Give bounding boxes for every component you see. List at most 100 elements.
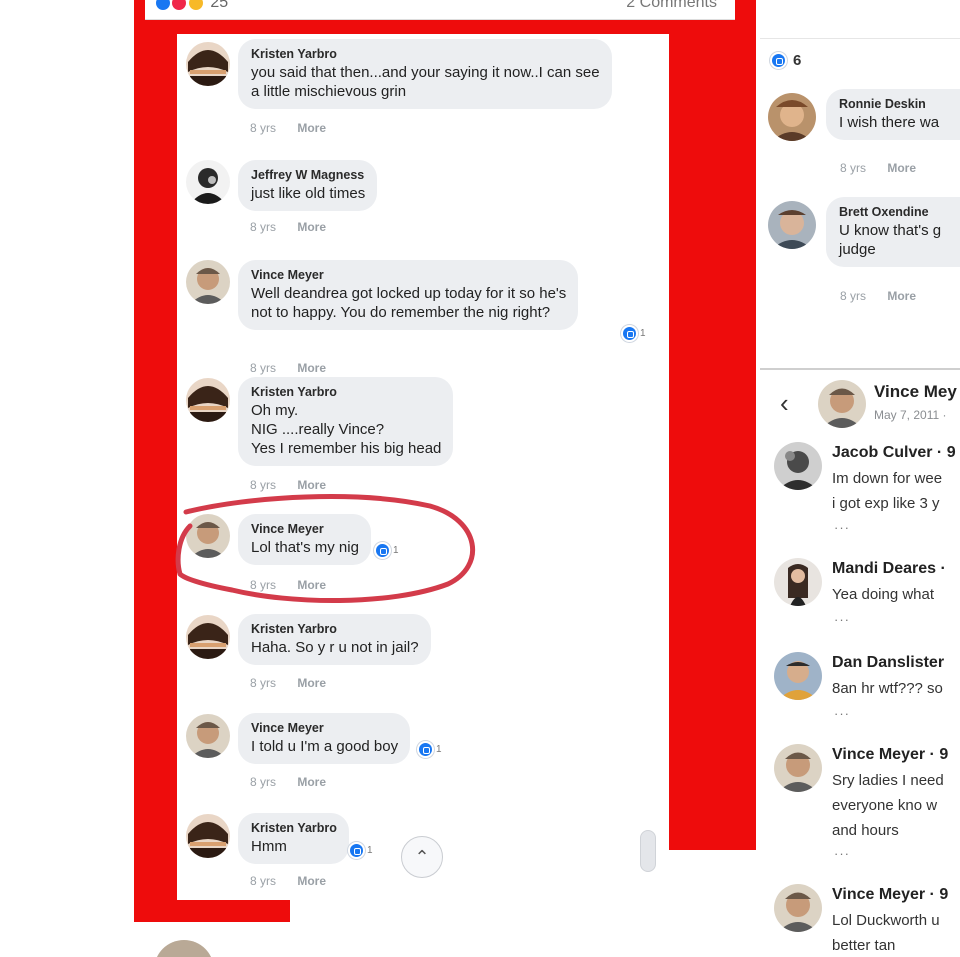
- comment-time[interactable]: 8 yrs: [250, 874, 276, 888]
- more-options-icon[interactable]: ···: [834, 706, 850, 721]
- avatar[interactable]: [186, 42, 230, 86]
- avatar[interactable]: [186, 615, 230, 659]
- comment-text: I wish there wa: [839, 114, 940, 131]
- red-frame-left: [134, 0, 178, 922]
- comment-reaction-badge[interactable]: 1: [417, 741, 442, 758]
- comment-time[interactable]: 8 yrs: [250, 478, 276, 492]
- comment-time[interactable]: 8 yrs: [250, 578, 276, 592]
- more-link[interactable]: More: [297, 478, 326, 492]
- more-link[interactable]: More: [297, 578, 326, 592]
- more-options-icon[interactable]: ···: [834, 846, 850, 861]
- comment-time[interactable]: 8 yrs: [250, 220, 276, 234]
- comment-bubble: Kristen Yarbro Haha. So y r u not in jai…: [238, 614, 431, 665]
- avatar[interactable]: [768, 93, 816, 141]
- comment-bubble: Brett Oxendine U know that's g judge: [826, 197, 960, 267]
- comment-time[interactable]: 8 yrs: [250, 676, 276, 690]
- more-link[interactable]: More: [297, 775, 326, 789]
- more-link[interactable]: More: [297, 676, 326, 690]
- comment-author[interactable]: Kristen Yarbro: [251, 46, 600, 63]
- post-date[interactable]: May 7, 2011 ·: [874, 408, 946, 422]
- avatar[interactable]: [774, 652, 822, 700]
- avatar[interactable]: [774, 442, 822, 490]
- avatar[interactable]: [774, 884, 822, 932]
- more-link[interactable]: More: [297, 220, 326, 234]
- comment-author[interactable]: Vince Meyer · 9: [832, 746, 948, 764]
- comment-bubble: Kristen Yarbro Hmm: [238, 813, 349, 864]
- reaction-summary[interactable]: 25: [155, 0, 228, 12]
- comment-author[interactable]: Brett Oxendine: [839, 204, 954, 221]
- comment-text: Sry ladies I need everyone kno w and hou…: [832, 772, 944, 839]
- avatar[interactable]: [774, 558, 822, 606]
- comment-author[interactable]: Kristen Yarbro: [251, 384, 441, 401]
- reaction-count: 1: [367, 845, 373, 856]
- back-arrow-icon[interactable]: ‹: [780, 388, 789, 419]
- comment-author[interactable]: Ronnie Deskin: [839, 96, 954, 113]
- like-icon: [770, 52, 787, 69]
- more-options-icon[interactable]: ···: [834, 612, 850, 627]
- haha-reaction-icon: [187, 0, 204, 11]
- comment-text: Lol Duckworth u better tan: [832, 912, 940, 954]
- more-link[interactable]: More: [887, 161, 916, 175]
- comment-reaction-badge[interactable]: 1: [348, 842, 373, 859]
- comment-time[interactable]: 8 yrs: [840, 289, 866, 303]
- comment-author[interactable]: Jacob Culver · 9: [832, 444, 956, 462]
- reaction-count: 1: [640, 328, 646, 339]
- like-icon: [348, 842, 365, 859]
- like-icon: [417, 741, 434, 758]
- comment-author[interactable]: Jeffrey W Magness: [251, 167, 365, 184]
- comment-author[interactable]: Kristen Yarbro: [251, 621, 419, 638]
- comment-time[interactable]: 8 yrs: [840, 161, 866, 175]
- comment-text: Yea doing what: [832, 586, 935, 603]
- comment-text: Im down for wee i got exp like 3 y: [832, 470, 943, 512]
- reaction-summary[interactable]: 6: [770, 52, 801, 69]
- more-link[interactable]: More: [297, 874, 326, 888]
- comment-author[interactable]: Vince Meyer: [251, 267, 566, 284]
- avatar[interactable]: [186, 714, 230, 758]
- comment-text: just like old times: [251, 185, 366, 202]
- avatar[interactable]: [774, 744, 822, 792]
- comment-reaction-badge[interactable]: 1: [374, 542, 399, 559]
- avatar[interactable]: [186, 260, 230, 304]
- more-options-icon[interactable]: ···: [834, 520, 850, 535]
- comment-author[interactable]: Vince Meyer · 9: [832, 886, 948, 904]
- scroll-to-top-button[interactable]: ⌃: [401, 836, 443, 878]
- more-link[interactable]: More: [887, 289, 916, 303]
- red-frame-bottom: [134, 900, 290, 922]
- right-top-panel: 6 Ronnie Deskin I wish there wa 8 yrs Mo…: [760, 38, 960, 362]
- comment-author[interactable]: Mandi Deares ·: [832, 560, 946, 578]
- comment-time[interactable]: 8 yrs: [250, 775, 276, 789]
- avatar[interactable]: [818, 380, 866, 428]
- post-author-name[interactable]: Vince Mey: [874, 382, 957, 402]
- like-reaction-icon: [155, 0, 171, 11]
- comment-author[interactable]: Dan Danslister: [832, 654, 944, 672]
- comment-author[interactable]: Kristen Yarbro: [251, 820, 337, 837]
- comment-text: 8an hr wtf??? so: [832, 680, 943, 697]
- avatar[interactable]: [186, 378, 230, 422]
- reaction-count: 1: [393, 545, 399, 556]
- scrollbar-thumb[interactable]: [640, 830, 656, 872]
- right-bottom-panel: ‹ Vince Mey May 7, 2011 · Jacob Culver ·…: [760, 368, 960, 957]
- comment-reaction-badge[interactable]: 1: [621, 325, 646, 342]
- avatar[interactable]: [186, 160, 230, 204]
- comment-bubble: Vince Meyer Well deandrea got locked up …: [238, 260, 579, 330]
- more-link[interactable]: More: [297, 121, 326, 135]
- comment-meta: 8 yrs More: [250, 775, 326, 789]
- comments-count-link[interactable]: 2 Comments: [626, 0, 717, 12]
- avatar[interactable]: [186, 514, 230, 558]
- comment-time[interactable]: 8 yrs: [250, 121, 276, 135]
- comment-meta: 8 yrs More: [250, 478, 326, 492]
- comment-meta: 8 yrs More: [250, 676, 326, 690]
- avatar[interactable]: [186, 814, 230, 858]
- more-link[interactable]: More: [297, 361, 326, 375]
- reaction-count: 6: [793, 52, 802, 69]
- comment-text: Haha. So y r u not in jail?: [251, 639, 419, 656]
- comment-time[interactable]: 8 yrs: [250, 361, 276, 375]
- partial-next-comment: [150, 940, 230, 957]
- post-header: ‹ Vince Mey May 7, 2011 ·: [760, 370, 960, 434]
- comment-author[interactable]: Vince Meyer: [251, 720, 398, 737]
- post-reaction-strip: 25 2 Comments: [145, 0, 735, 20]
- comment-author[interactable]: Vince Meyer: [251, 521, 359, 538]
- avatar[interactable]: [768, 201, 816, 249]
- comment-meta: 8 yrs More: [250, 874, 326, 888]
- love-reaction-icon: [171, 0, 188, 11]
